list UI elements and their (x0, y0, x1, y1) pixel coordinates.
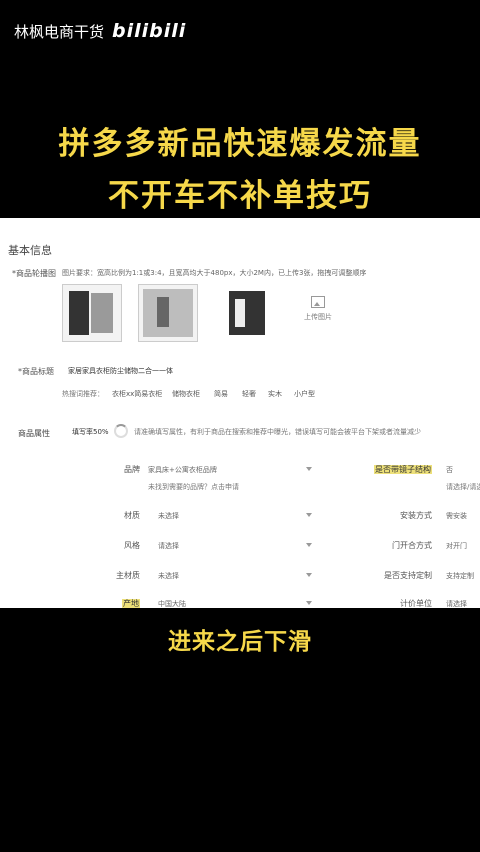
watermark: 林枫电商干货 bilibili (14, 20, 186, 42)
custom-select[interactable]: 支持定制 (446, 571, 474, 581)
product-form-screenshot: 基本信息 *商品轮播图 图片要求：宽高比例为1:1或3:4，且宽高均大于480p… (0, 218, 480, 608)
structure-select[interactable]: 否 (446, 465, 453, 475)
brand-apply-link[interactable]: 未找到需要的品牌？点击申请 (148, 482, 239, 492)
image-label: *商品轮播图 (12, 269, 56, 278)
attr-note: 请准确填写属性，有利于商品在搜索和推荐中曝光，错误填写可能会被平台下架或者流量减… (134, 428, 421, 436)
main-material-label: 主材质 (116, 571, 140, 580)
product-thumbnail-3[interactable] (218, 284, 278, 342)
install-select[interactable]: 需安装 (446, 511, 467, 521)
origin-label: 产地 (122, 599, 140, 608)
brand-select[interactable]: 家具床+公寓衣柜品牌 (148, 465, 217, 475)
material-label: 材质 (124, 511, 140, 520)
material-select[interactable]: 未选择 (158, 511, 179, 521)
main-material-select[interactable]: 未选择 (158, 571, 179, 581)
keyword-tag[interactable]: 小户型 (294, 389, 315, 399)
install-label: 安装方式 (400, 511, 432, 520)
loading-spinner-icon (114, 424, 128, 438)
chevron-down-icon (306, 467, 312, 471)
structure-sub: 请选择/请选择 (446, 483, 480, 491)
keyword-label: 热搜词推荐： (62, 390, 104, 398)
chevron-down-icon (306, 573, 312, 577)
title-input[interactable]: 家居家具衣柜防尘储物二合一一体 (68, 366, 173, 376)
keyword-tag[interactable]: 轻奢 (242, 389, 256, 399)
product-thumbnail-1[interactable] (62, 284, 122, 342)
upload-label: 上传图片 (304, 313, 332, 321)
fill-rate: 填写率50% (72, 428, 109, 436)
origin-select[interactable]: 中国大陆 (158, 599, 186, 608)
caption: 进来之后下滑 (168, 629, 312, 655)
title-label: *商品标题 (18, 367, 54, 376)
door-select[interactable]: 对开门 (446, 541, 467, 551)
headline-line-2: 不开车不补单技巧 (108, 178, 372, 214)
unit-label: 计价单位 (400, 599, 432, 608)
product-thumbnail-2[interactable] (138, 284, 198, 342)
keyword-tag[interactable]: 简易 (214, 389, 228, 399)
section-title: 基本信息 (8, 244, 52, 257)
chevron-down-icon (306, 543, 312, 547)
attr-label: 商品属性 (18, 429, 50, 438)
channel-name: 林枫电商干货 (14, 22, 105, 41)
chevron-down-icon (306, 601, 312, 605)
keyword-tag[interactable]: 储物衣柜 (172, 389, 200, 399)
style-select[interactable]: 请选择 (158, 541, 179, 551)
image-upload-icon (311, 296, 325, 308)
keyword-tag[interactable]: 衣柜xx简易衣柜 (112, 389, 162, 399)
style-label: 风格 (124, 541, 140, 550)
image-hint: 图片要求：宽高比例为1:1或3:4，且宽高均大于480px，大小2M内，已上传3… (62, 269, 367, 277)
unit-select[interactable]: 请选择 (446, 599, 467, 608)
headline-line-1: 拼多多新品快速爆发流量 (58, 126, 422, 162)
upload-image-button[interactable]: 上传图片 (296, 296, 340, 322)
brand-label: 品牌 (124, 465, 140, 474)
door-label: 门开合方式 (392, 541, 432, 550)
structure-label: 是否带镜子结构 (374, 465, 432, 474)
keyword-tag[interactable]: 实木 (268, 389, 282, 399)
bilibili-logo: bilibili (112, 20, 187, 42)
custom-label: 是否支持定制 (384, 571, 432, 580)
chevron-down-icon (306, 513, 312, 517)
